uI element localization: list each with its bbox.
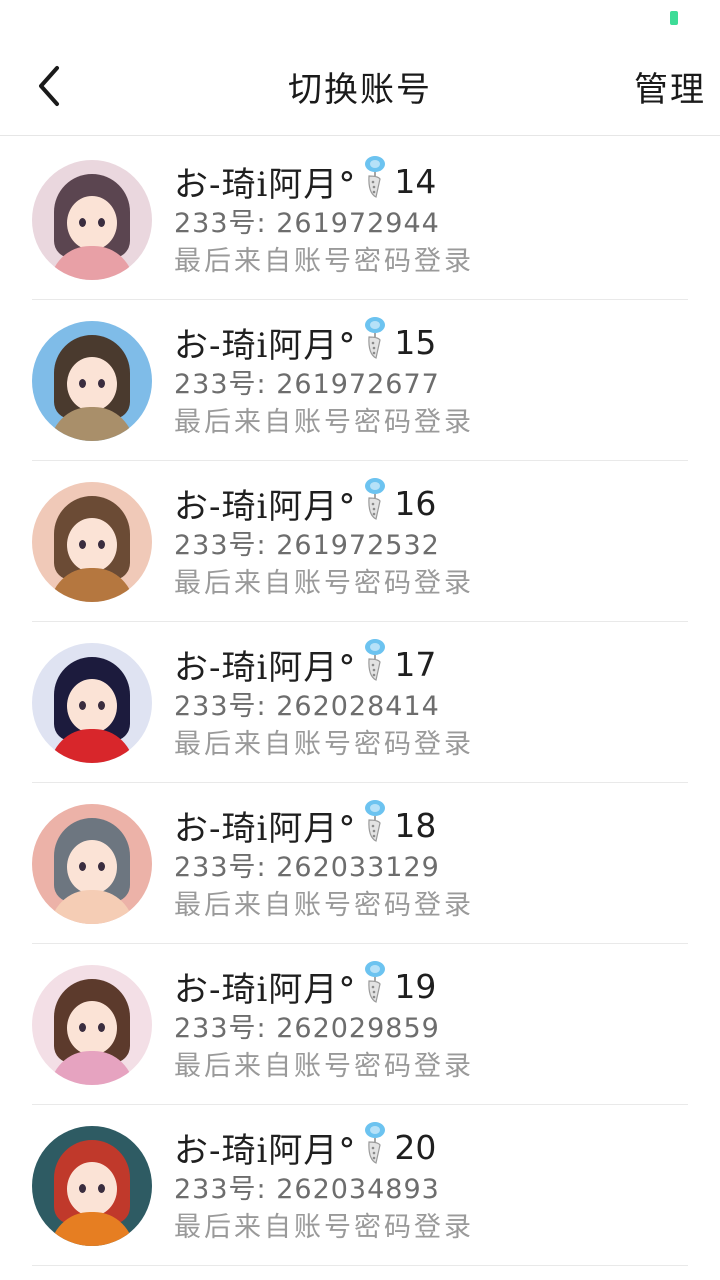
avatar-eye	[98, 1184, 105, 1193]
account-nickname: お-琦i阿月°	[174, 486, 357, 527]
login-source: 最后来自账号密码登录	[174, 729, 474, 760]
account-uid: 233号: 261972532	[174, 530, 440, 561]
account-nickname: お-琦i阿月°	[174, 969, 357, 1010]
avatar-eye	[79, 862, 86, 871]
wind-chime-icon	[365, 639, 386, 681]
wind-chime-icon	[365, 800, 386, 842]
avatar-face	[67, 518, 117, 572]
login-source: 最后来自账号密码登录	[174, 407, 474, 438]
avatar	[32, 321, 152, 441]
avatar-eye	[98, 540, 105, 549]
account-row[interactable]: お-琦i阿月° 17 233号: 262028414 最后来自账号密码登录	[32, 622, 688, 783]
account-nickname: お-琦i阿月°	[174, 325, 357, 366]
navigation-bar: 切换账号 管理	[0, 36, 720, 136]
avatar-eye	[98, 379, 105, 388]
account-suffix: 17	[394, 644, 437, 684]
wind-chime-icon	[365, 478, 386, 520]
avatar-eye	[98, 701, 105, 710]
avatar-eye	[98, 1023, 105, 1032]
wind-chime-icon	[365, 156, 386, 198]
avatar-face	[67, 840, 117, 894]
avatar-eye	[98, 862, 105, 871]
account-uid: 233号: 262034893	[174, 1174, 440, 1205]
avatar-face	[67, 679, 117, 733]
nickname-line: お-琦i阿月° 16	[174, 478, 688, 527]
account-nickname: お-琦i阿月°	[174, 1130, 357, 1171]
wind-chime-icon	[365, 961, 386, 1003]
avatar-eye	[79, 1184, 86, 1193]
avatar-face	[67, 1162, 117, 1216]
account-info: お-琦i阿月° 20 233号: 262034893 最后来自账号密码登录	[174, 1122, 688, 1247]
account-uid: 233号: 262029859	[174, 1013, 440, 1044]
nickname-line: お-琦i阿月° 20	[174, 1122, 688, 1171]
avatar-eye	[98, 218, 105, 227]
account-uid: 233号: 261972944	[174, 208, 440, 239]
avatar	[32, 1126, 152, 1246]
avatar-eye	[79, 540, 86, 549]
account-nickname: お-琦i阿月°	[174, 647, 357, 688]
account-row[interactable]: お-琦i阿月° 19 233号: 262029859 最后来自账号密码登录	[32, 944, 688, 1105]
account-info: お-琦i阿月° 15 233号: 261972677 最后来自账号密码登录	[174, 317, 688, 442]
account-suffix: 20	[394, 1127, 437, 1167]
avatar-eye	[79, 379, 86, 388]
wind-chime-icon	[365, 1122, 386, 1164]
status-indicator	[670, 11, 678, 25]
account-row[interactable]: お-琦i阿月° 15 233号: 261972677 最后来自账号密码登录	[32, 300, 688, 461]
account-info: お-琦i阿月° 14 233号: 261972944 最后来自账号密码登录	[174, 156, 688, 281]
avatar-face	[67, 1001, 117, 1055]
account-suffix: 19	[394, 966, 437, 1006]
avatar	[32, 160, 152, 280]
avatar-eye	[79, 701, 86, 710]
login-source: 最后来自账号密码登录	[174, 1051, 474, 1082]
avatar	[32, 965, 152, 1085]
login-source: 最后来自账号密码登录	[174, 1212, 474, 1243]
avatar-face	[67, 357, 117, 411]
page-title: 切换账号	[288, 70, 432, 110]
nickname-line: お-琦i阿月° 15	[174, 317, 688, 366]
account-info: お-琦i阿月° 16 233号: 261972532 最后来自账号密码登录	[174, 478, 688, 603]
account-suffix: 16	[394, 483, 437, 523]
login-source: 最后来自账号密码登录	[174, 568, 474, 599]
account-row[interactable]: お-琦i阿月° 14 233号: 261972944 最后来自账号密码登录	[32, 139, 688, 300]
nickname-line: お-琦i阿月° 17	[174, 639, 688, 688]
wind-chime-icon	[365, 317, 386, 359]
manage-button[interactable]: 管理	[634, 62, 706, 111]
account-suffix: 15	[394, 322, 437, 362]
nickname-line: お-琦i阿月° 18	[174, 800, 688, 849]
avatar-eye	[79, 1023, 86, 1032]
account-nickname: お-琦i阿月°	[174, 164, 357, 205]
login-source: 最后来自账号密码登录	[174, 246, 474, 277]
account-info: お-琦i阿月° 19 233号: 262029859 最后来自账号密码登录	[174, 961, 688, 1086]
nickname-line: お-琦i阿月° 19	[174, 961, 688, 1010]
avatar	[32, 643, 152, 763]
nickname-line: お-琦i阿月° 14	[174, 156, 688, 205]
account-info: お-琦i阿月° 18 233号: 262033129 最后来自账号密码登录	[174, 800, 688, 925]
account-suffix: 18	[394, 805, 437, 845]
account-uid: 233号: 261972677	[174, 369, 440, 400]
account-row[interactable]: お-琦i阿月° 18 233号: 262033129 最后来自账号密码登录	[32, 783, 688, 944]
account-row[interactable]: お-琦i阿月° 16 233号: 261972532 最后来自账号密码登录	[32, 461, 688, 622]
account-suffix: 14	[394, 161, 437, 201]
account-uid: 233号: 262033129	[174, 852, 440, 883]
avatar-face	[67, 196, 117, 250]
login-source: 最后来自账号密码登录	[174, 890, 474, 921]
account-nickname: お-琦i阿月°	[174, 808, 357, 849]
avatar-eye	[79, 218, 86, 227]
account-uid: 233号: 262028414	[174, 691, 440, 722]
avatar	[32, 804, 152, 924]
status-bar	[0, 0, 720, 36]
account-list: お-琦i阿月° 14 233号: 261972944 最后来自账号密码登录 お-…	[0, 139, 720, 1266]
account-info: お-琦i阿月° 17 233号: 262028414 最后来自账号密码登录	[174, 639, 688, 764]
account-row[interactable]: お-琦i阿月° 20 233号: 262034893 最后来自账号密码登录	[32, 1105, 688, 1266]
avatar	[32, 482, 152, 602]
